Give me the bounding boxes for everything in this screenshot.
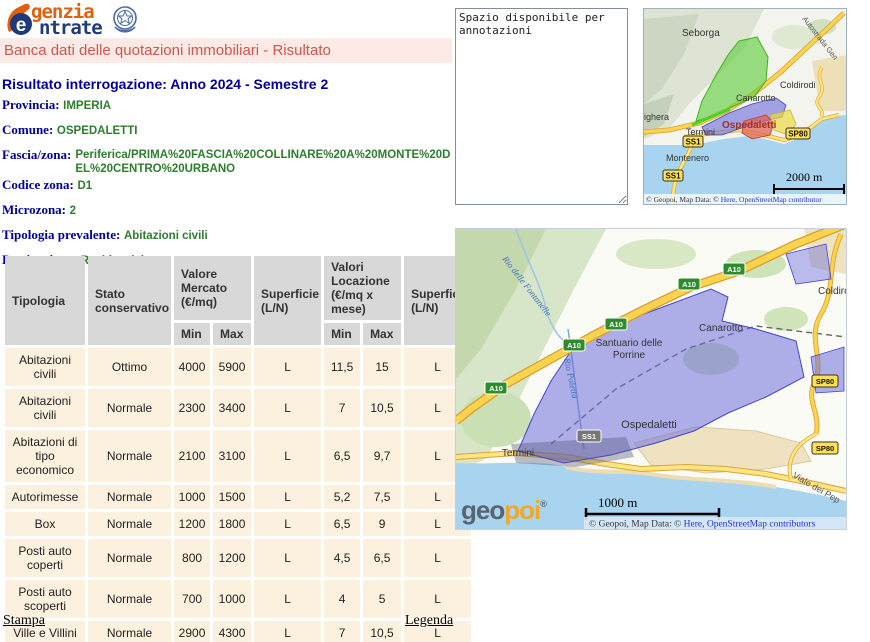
- svg-text:A10: A10: [489, 384, 503, 393]
- col-valori-locazione: Valori Locazione (€/mq x mese): [324, 256, 401, 320]
- annotations-textarea[interactable]: Spazio disponibile per annotazioni: [455, 8, 628, 205]
- svg-text:SS1: SS1: [685, 138, 701, 147]
- table-row: AutorimesseNormale 10001500 L5,2 7,5L: [5, 485, 471, 509]
- field-microzona: Microzona: 2: [2, 203, 454, 218]
- svg-text:Ospedaletti: Ospedaletti: [722, 120, 777, 131]
- svg-text:Termini: Termini: [502, 448, 534, 459]
- col-max-locazione: Max: [363, 323, 401, 345]
- svg-text:A10: A10: [609, 320, 623, 329]
- svg-text:Santuario delle: Santuario delle: [596, 338, 663, 349]
- table-row: Posti auto scopertiNormale 7001000 L4 5L: [5, 580, 471, 618]
- svg-text:A10: A10: [567, 341, 581, 350]
- svg-text:Canarotto: Canarotto: [736, 93, 776, 103]
- print-link[interactable]: Stampa: [3, 613, 45, 629]
- svg-text:ighera: ighera: [644, 112, 669, 122]
- logo-text-entrate: ntrate: [39, 20, 102, 36]
- field-codice-zona: Codice zona: D1: [2, 178, 454, 193]
- page-title: Banca dati delle quotazioni immobiliari …: [0, 42, 331, 59]
- svg-text:1000 m: 1000 m: [598, 495, 637, 510]
- overview-map[interactable]: SS1 SS1 SP80 Seborga Coldirodi Canarotto…: [643, 8, 847, 205]
- svg-text:Coldirodi: Coldirodi: [780, 80, 816, 90]
- svg-text:SS1: SS1: [665, 172, 681, 181]
- svg-text:Canarotto: Canarotto: [699, 323, 743, 334]
- map-attribution: © Geopoi, Map Data: © Here, OpenStreetMa…: [584, 517, 846, 530]
- col-tipologia: Tipologia: [5, 256, 85, 345]
- republic-emblem-icon: [108, 3, 142, 37]
- geopoi-logo: geopoi®: [461, 495, 547, 525]
- col-stato-conservativo: Stato conservativo: [88, 256, 171, 345]
- svg-text:Montenero: Montenero: [666, 153, 709, 163]
- legend-link[interactable]: Legenda: [405, 613, 453, 629]
- svg-text:e: e: [16, 15, 27, 36]
- page: e genzia ntrate Banca dati delle quotazi…: [0, 0, 870, 642]
- table-row: Abitazioni di tipo economicoNormale 2100…: [5, 430, 471, 482]
- svg-text:Porrine: Porrine: [613, 350, 646, 361]
- table-row: Posti auto copertiNormale 8001200 L4,5 6…: [5, 539, 471, 577]
- table-row: Abitazioni civiliNormale 23003400 L7 10,…: [5, 389, 471, 427]
- svg-text:2000 m: 2000 m: [786, 170, 823, 184]
- table-row: Abitazioni civiliOttimo 40005900 L11,5 1…: [5, 348, 471, 386]
- page-title-bar: Banca dati delle quotazioni immobiliari …: [0, 38, 452, 63]
- col-superficie-1: Superficie (L/N): [254, 256, 321, 345]
- agenzia-entrate-logo: e genzia ntrate: [5, 2, 142, 38]
- svg-text:Termini: Termini: [686, 127, 715, 137]
- svg-text:geopoi®: geopoi®: [461, 495, 547, 525]
- zone-map[interactable]: A10 A10 A10 A10 A10 SS1: [455, 228, 847, 530]
- col-max-mercato: Max: [213, 323, 251, 345]
- field-tipologia-prevalente: Tipologia prevalente: Abitazioni civili: [2, 228, 454, 243]
- svg-text:SS1: SS1: [582, 432, 596, 441]
- col-min-mercato: Min: [174, 323, 210, 345]
- svg-text:Seborga: Seborga: [682, 28, 720, 39]
- field-fascia-zona: Fascia/zona: Periferica/PRIMA%20FASCIA%2…: [2, 148, 454, 176]
- svg-text:© Geopoi, Map Data: © Here, Op: © Geopoi, Map Data: © Here, OpenStreetMa…: [589, 519, 816, 530]
- svg-text:SP80: SP80: [816, 444, 834, 453]
- col-min-locazione: Min: [324, 323, 360, 345]
- svg-text:Coldirodi: Coldirodi: [818, 286, 847, 297]
- field-provincia: Provincia: IMPERIA: [2, 98, 454, 113]
- svg-text:A10: A10: [682, 280, 696, 289]
- quotations-table: Tipologia Stato conservativo Valore Merc…: [2, 253, 474, 642]
- field-comune: Comune: OSPEDALETTI: [2, 123, 454, 138]
- svg-text:© Geopoi, Map Data: © Here, Op: © Geopoi, Map Data: © Here, OpenStreetMa…: [646, 195, 822, 204]
- svg-text:SP80: SP80: [788, 130, 808, 139]
- svg-text:SP80: SP80: [816, 377, 834, 386]
- map-attribution: © Geopoi, Map Data: © Here, OpenStreetMa…: [644, 194, 846, 204]
- result-value: Anno 2024 - Semestre 2: [170, 76, 328, 92]
- table-row: BoxNormale 12001800 L6,5 9L: [5, 512, 471, 536]
- svg-text:Ospedaletti: Ospedaletti: [621, 419, 677, 431]
- col-valore-mercato: Valore Mercato (€/mq): [174, 256, 251, 320]
- query-result-panel: Risultato interrogazione: Anno 2024 - Se…: [2, 76, 454, 278]
- svg-text:A10: A10: [727, 265, 741, 274]
- result-label: Risultato interrogazione:: [2, 76, 167, 92]
- table-row: Ville e VilliniNormale 29004300 L7 10,5L: [5, 621, 471, 642]
- agenzia-entrate-symbol-icon: e: [3, 2, 39, 38]
